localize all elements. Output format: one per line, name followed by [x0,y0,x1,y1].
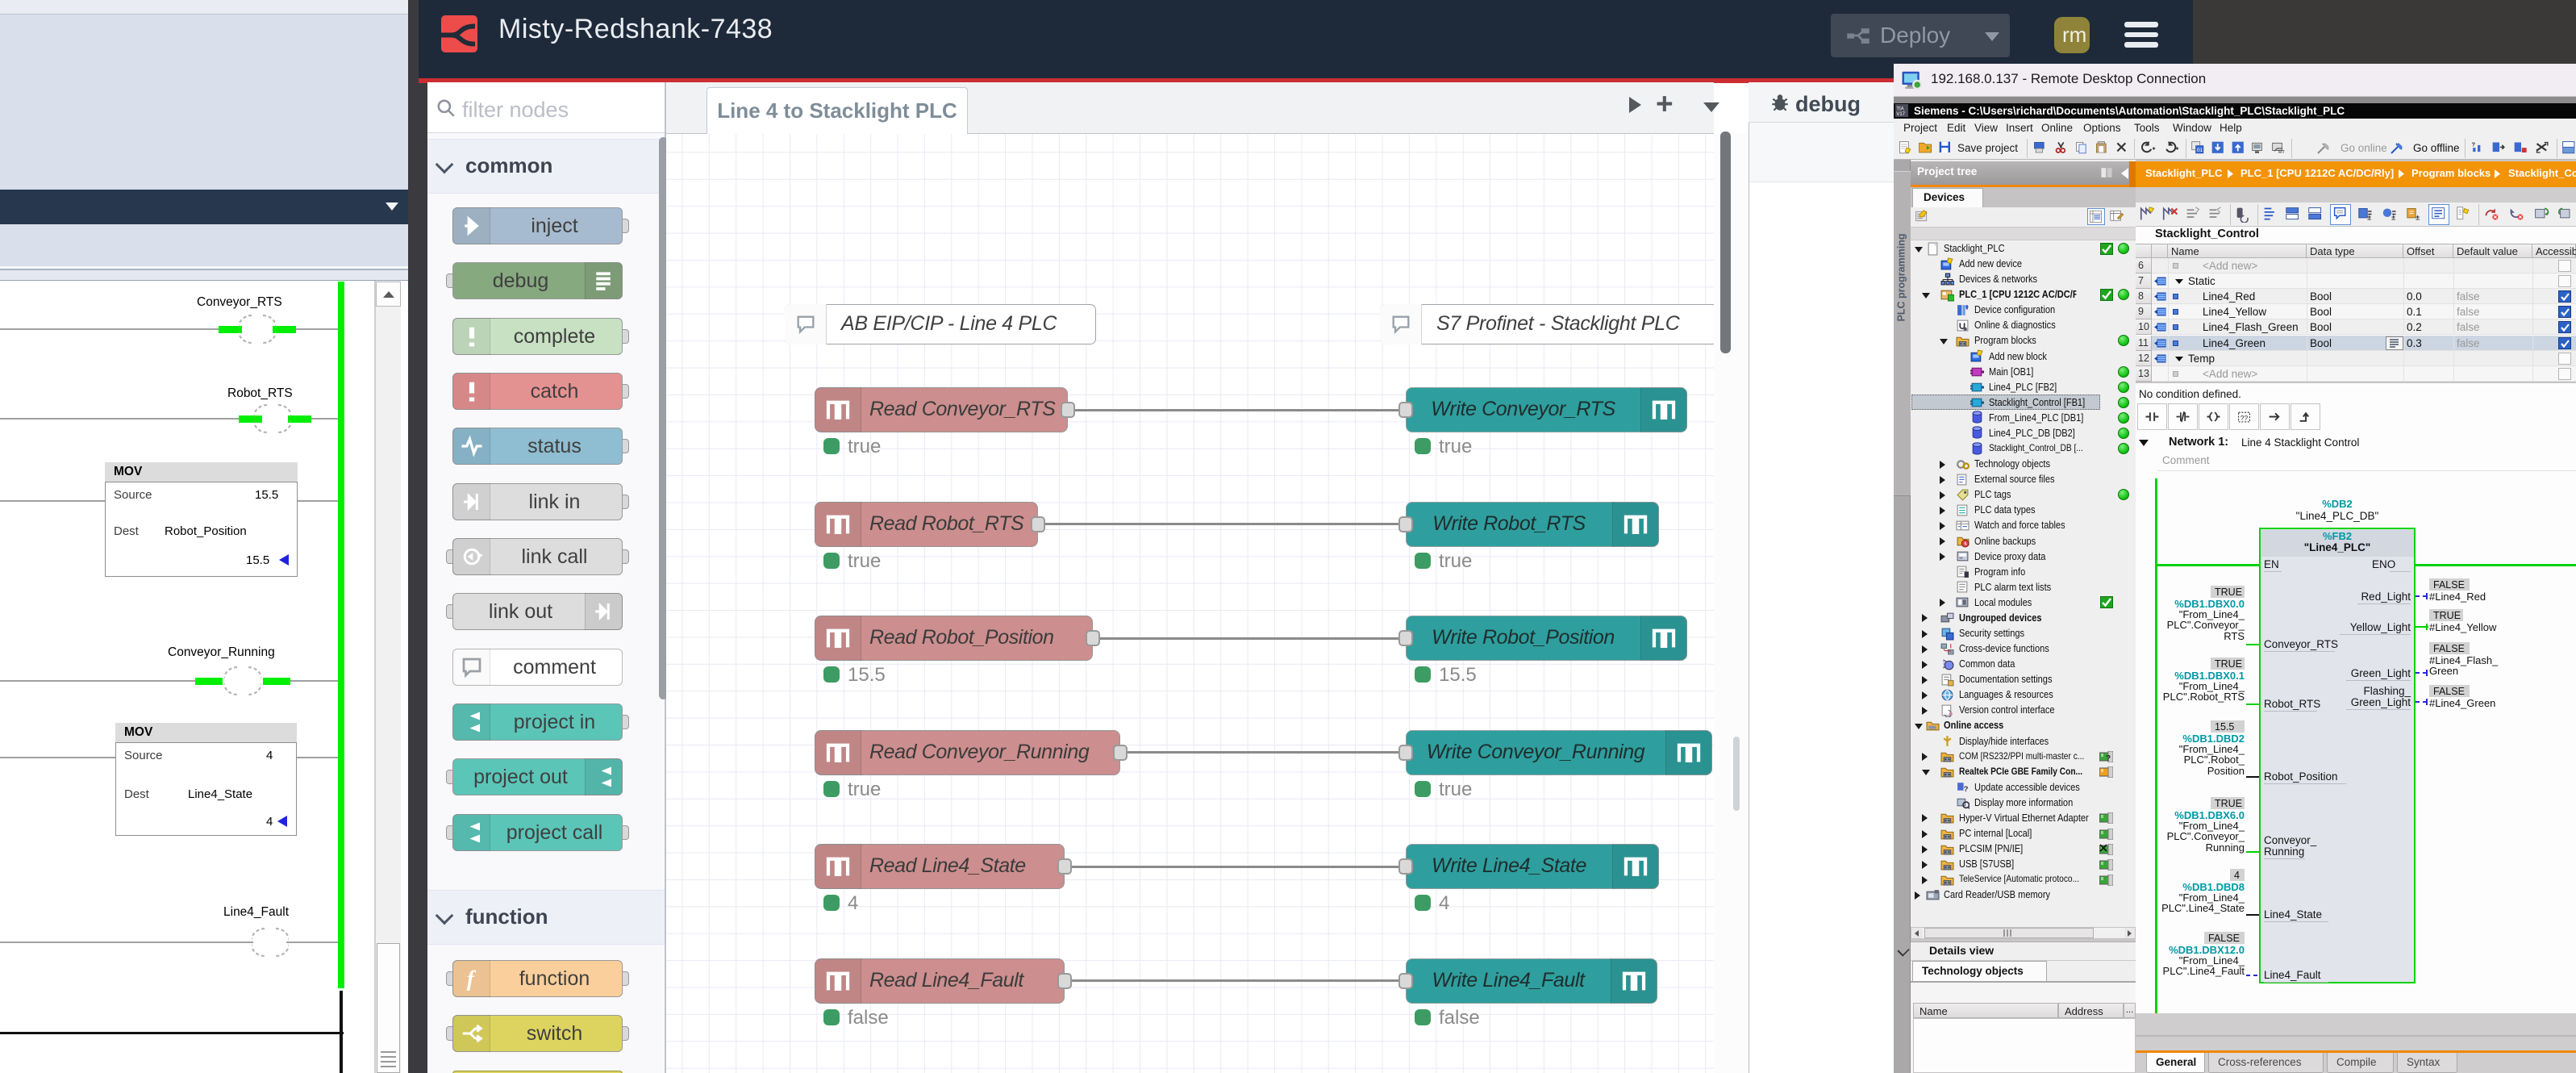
svg-text:??: ?? [2240,414,2249,422]
svg-text:±: ± [2391,214,2395,222]
svg-text:RT: RT [2278,150,2285,155]
svg-text:±: ± [2367,214,2371,222]
svg-text:±: ± [2416,214,2420,222]
svg-text:V17: V17 [1896,112,1905,117]
svg-text:?: ? [1964,785,1969,794]
svg-text:TIA: TIA [1896,106,1903,111]
svg-text:?: ? [2472,141,2476,148]
svg-text:01: 01 [2197,148,2203,153]
svg-text:f: f [467,967,477,991]
